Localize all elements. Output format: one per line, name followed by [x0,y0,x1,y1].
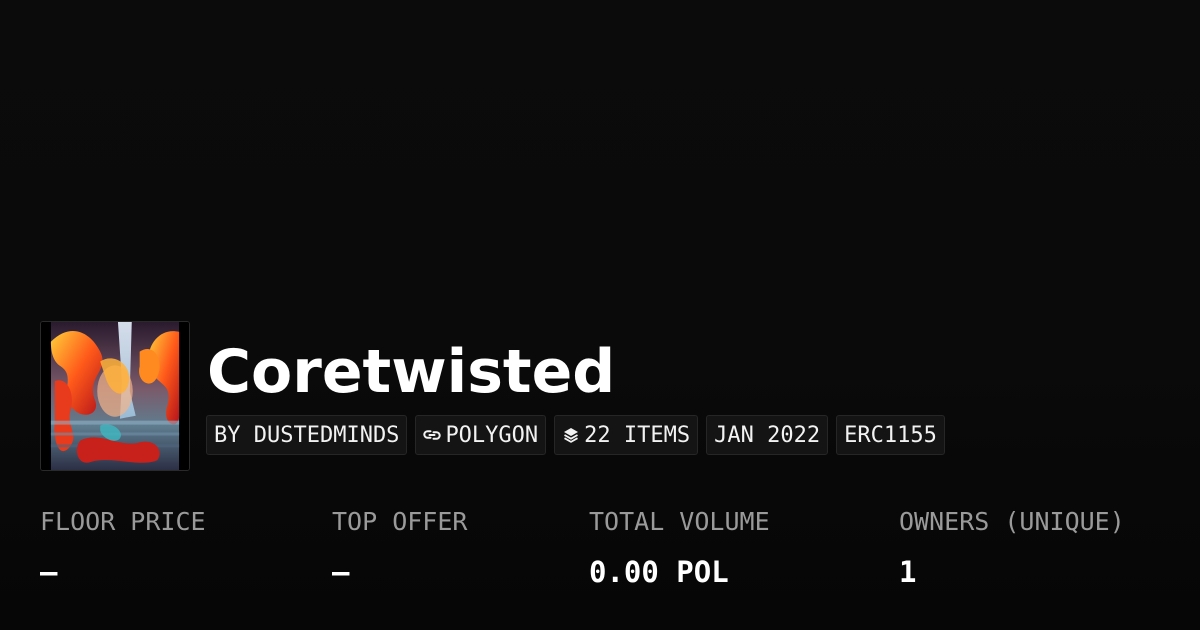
owners-label: OWNERS (UNIQUE) [899,507,1125,536]
creator-chip-label: BY DUSTEDMINDS [214,422,400,448]
creator-chip[interactable]: BY DUSTEDMINDS [206,415,408,455]
polygon-link-icon [423,430,442,440]
top-offer-stat: TOP OFFER – [332,505,467,590]
owners-stat: OWNERS (UNIQUE) 1 [899,505,1125,590]
owners-value: 1 [899,555,917,589]
chain-chip-label: POLYGON [445,422,539,448]
standard-chip: ERC1155 [836,415,945,455]
date-chip: JAN 2022 [706,415,829,455]
floor-price-value: – [40,555,58,589]
standard-chip-label: ERC1155 [844,422,937,448]
top-offer-label: TOP OFFER [332,507,468,536]
collection-thumbnail[interactable] [40,321,190,471]
items-chip[interactable]: 22 ITEMS [554,415,699,455]
collection-artwork-image [41,322,189,470]
collection-title: Coretwisted [207,337,616,407]
total-volume-label: TOTAL VOLUME [589,507,770,536]
total-volume-stat: TOTAL VOLUME 0.00 POL [589,505,770,590]
total-volume-value: 0.00 POL [589,555,729,589]
floor-price-stat: FLOOR PRICE – [40,505,206,590]
chain-chip[interactable]: POLYGON [415,415,547,455]
items-chip-label: 22 ITEMS [584,422,691,448]
layers-icon [564,428,579,443]
floor-price-label: FLOOR PRICE [40,507,206,536]
collection-meta-chips: BY DUSTEDMINDS POLYGON 22 ITEMS JAN 2022… [206,415,945,455]
top-offer-value: – [332,555,350,589]
date-chip-label: JAN 2022 [714,422,821,448]
